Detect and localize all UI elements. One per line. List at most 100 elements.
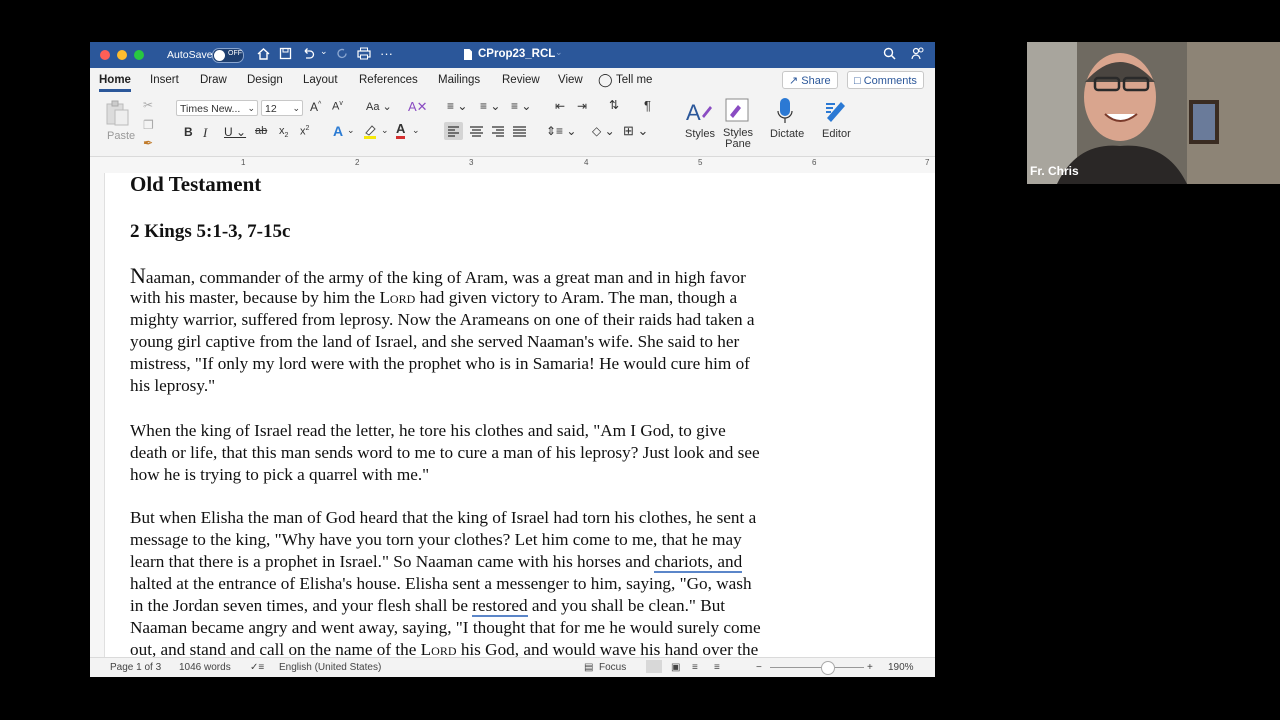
language-label[interactable]: English (United States) [279, 662, 381, 673]
align-left-button[interactable] [444, 122, 463, 140]
print-icon[interactable] [357, 47, 371, 63]
bullets-icon[interactable]: ≡ ⌄ [447, 99, 467, 113]
heading-reading-reference[interactable]: 2 Kings 5:1-3, 7-15c [130, 221, 290, 243]
draft-view-icon[interactable]: ≡ [714, 662, 720, 673]
minimize-window-button[interactable] [117, 50, 127, 60]
subscript-icon[interactable]: x2 [279, 125, 288, 139]
proofing-icon[interactable]: ✓≡ [250, 662, 264, 673]
heading-old-testament[interactable]: Old Testament [130, 173, 261, 195]
font-name-value: Times New... [180, 103, 241, 115]
proofing-underline[interactable]: chariots, and [654, 552, 743, 573]
superscript-icon[interactable]: x2 [300, 125, 309, 138]
cut-icon[interactable]: ✂ [143, 98, 153, 112]
font-color-icon[interactable]: A [396, 122, 406, 139]
text-run: had given victory to Aram. The man, thou… [415, 288, 738, 307]
line-spacing-icon[interactable]: ⇕≡ ⌄ [546, 124, 576, 138]
zoom-in-icon[interactable]: + [867, 662, 873, 673]
underline-icon[interactable]: U ⌄ [224, 125, 246, 139]
strikethrough-icon[interactable]: ab [255, 125, 267, 137]
font-name-select[interactable]: Times New... ⌄ [176, 100, 258, 116]
clear-formatting-icon[interactable]: A✕ [408, 99, 428, 115]
share-people-icon[interactable] [911, 47, 925, 63]
search-icon[interactable] [883, 47, 896, 63]
align-right-icon[interactable] [488, 122, 507, 143]
shading-icon[interactable]: ◇ ⌄ [592, 124, 615, 138]
web-layout-view-icon[interactable]: ▣ [671, 662, 680, 673]
zoom-window-button[interactable] [134, 50, 144, 60]
undo-icon[interactable] [302, 47, 315, 63]
share-button[interactable]: ↗ Share [782, 71, 838, 89]
chevron-down-icon[interactable]: ⌄ [412, 125, 420, 136]
zoom-slider-track[interactable] [770, 667, 864, 668]
tab-view[interactable]: View [558, 74, 583, 86]
change-case-icon[interactable]: Aa ⌄ [366, 100, 392, 113]
focus-icon[interactable]: ▤ [584, 662, 593, 673]
vertical-ruler[interactable] [90, 173, 105, 658]
print-layout-view-icon[interactable] [646, 660, 662, 673]
justify-icon[interactable] [510, 122, 529, 143]
borders-icon[interactable]: ⊞ ⌄ [623, 123, 648, 139]
text-effects-icon[interactable]: A [333, 123, 343, 139]
document-title[interactable]: CProp23_RCL [478, 48, 555, 60]
undo-dropdown-icon[interactable]: ⌄ [320, 44, 328, 59]
autosave-toggle[interactable]: OFF [212, 48, 244, 63]
decrease-indent-icon[interactable]: ⇤ [555, 99, 565, 113]
zoom-out-icon[interactable]: − [756, 662, 762, 673]
multilevel-list-icon[interactable]: ≡ ⌄ [511, 99, 531, 113]
document-canvas[interactable]: Old Testament 2 Kings 5:1-3, 7-15c Naama… [90, 173, 935, 658]
tab-layout[interactable]: Layout [303, 74, 338, 86]
proofing-underline[interactable]: restored [472, 596, 528, 617]
shrink-font-icon[interactable]: Av [332, 100, 343, 113]
styles-pane-icon[interactable] [724, 97, 750, 126]
zoom-level[interactable]: 190% [888, 662, 914, 673]
share-arrow-icon: ↗ [789, 75, 799, 87]
text-run: learn that there is a prophet in Israel.… [130, 552, 655, 571]
copy-icon[interactable]: ❐ [143, 118, 154, 132]
increase-indent-icon[interactable]: ⇥ [577, 99, 587, 113]
paste-icon[interactable] [104, 100, 130, 129]
close-window-button[interactable] [100, 50, 110, 60]
text-line: Naaman became angry and went away, sayin… [130, 618, 761, 637]
sort-icon[interactable]: ⇅ [609, 98, 619, 112]
outline-view-icon[interactable]: ≡ [692, 662, 698, 673]
redo-icon[interactable] [336, 47, 349, 63]
horizontal-ruler[interactable]: 1 2 3 4 5 6 7 [90, 157, 935, 174]
tab-references[interactable]: References [359, 74, 418, 86]
toggle-knob [214, 50, 225, 61]
tab-mailings[interactable]: Mailings [438, 74, 480, 86]
paragraph-1[interactable]: Naaman, commander of the army of the kin… [130, 265, 840, 397]
highlight-icon[interactable] [362, 123, 378, 142]
tab-insert[interactable]: Insert [150, 74, 179, 86]
bold-icon[interactable]: B [184, 125, 193, 139]
comments-button[interactable]: □ Comments [847, 71, 924, 89]
title-dropdown-icon[interactable]: ⌄ [555, 45, 563, 60]
focus-label[interactable]: Focus [599, 662, 626, 673]
format-painter-icon[interactable]: ✒ [143, 136, 153, 150]
grow-font-icon[interactable]: A^ [310, 100, 321, 114]
italic-icon[interactable]: I [203, 125, 207, 141]
numbering-icon[interactable]: ≡ ⌄ [480, 99, 500, 113]
chevron-down-icon[interactable]: ⌄ [347, 125, 355, 136]
chevron-down-icon[interactable]: ⌄ [381, 125, 389, 136]
tab-design[interactable]: Design [247, 74, 283, 86]
microphone-icon[interactable] [776, 97, 794, 128]
home-icon[interactable] [257, 47, 270, 63]
participant-video-tile[interactable]: Fr. Chris [1027, 42, 1280, 184]
paragraph-2[interactable]: When the king of Israel read the letter,… [130, 420, 840, 486]
paragraph-marks-icon[interactable]: ¶ [644, 98, 651, 113]
zoom-slider-thumb[interactable] [821, 661, 835, 675]
align-center-icon[interactable] [467, 122, 486, 143]
paragraph-3[interactable]: But when Elisha the man of God heard tha… [130, 507, 840, 658]
font-size-select[interactable]: 12 ⌄ [261, 100, 303, 116]
more-icon[interactable]: ··· [380, 46, 393, 61]
title-bar: AutoSave OFF ⌄ ··· CProp23_RCL ⌄ [90, 42, 935, 68]
save-icon[interactable] [279, 47, 292, 63]
tab-home[interactable]: Home [99, 74, 131, 92]
tab-review[interactable]: Review [502, 74, 540, 86]
editor-icon[interactable] [823, 98, 849, 127]
page-count[interactable]: Page 1 of 3 [110, 662, 161, 673]
tab-draw[interactable]: Draw [200, 74, 227, 86]
tell-me-search[interactable]: Tell me [616, 74, 652, 86]
word-count[interactable]: 1046 words [179, 662, 231, 673]
styles-icon[interactable]: A [684, 98, 714, 127]
